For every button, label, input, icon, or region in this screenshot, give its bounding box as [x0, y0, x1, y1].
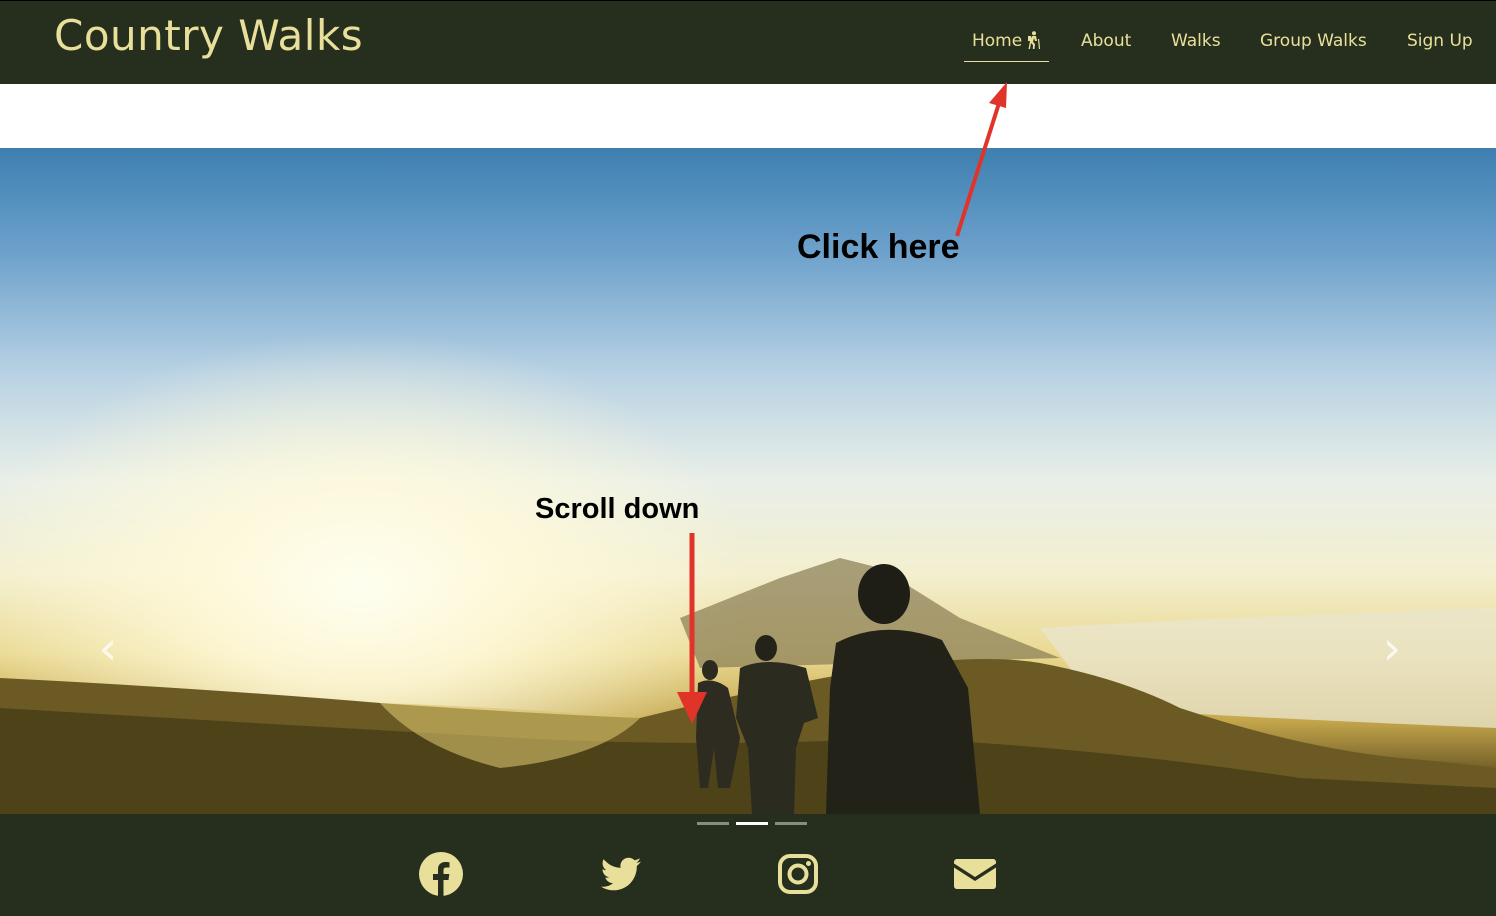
twitter-link[interactable] — [597, 850, 645, 898]
spacer — [0, 84, 1496, 148]
carousel-indicator-2[interactable] — [736, 822, 768, 825]
chevron-left-icon: ‹ — [98, 621, 118, 675]
nav-link-group-walks[interactable]: Group Walks — [1260, 31, 1367, 51]
twitter-icon — [600, 857, 641, 891]
chevron-right-icon: › — [1382, 621, 1402, 675]
annotation-click-here: Click here — [797, 228, 960, 266]
brand-logo[interactable]: Country Walks — [54, 11, 363, 60]
annotation-scroll-down: Scroll down — [535, 493, 700, 525]
carousel-indicator-3[interactable] — [775, 822, 807, 825]
instagram-link[interactable] — [774, 850, 822, 898]
email-link[interactable] — [951, 850, 999, 898]
nav-link-about[interactable]: About — [1081, 31, 1131, 51]
carousel-next-button[interactable]: › — [1372, 618, 1412, 678]
instagram-icon — [778, 854, 818, 894]
hiking-icon — [1028, 31, 1041, 49]
hero-image — [0, 558, 1496, 814]
facebook-icon — [419, 852, 463, 896]
nav-link-home-label: Home — [972, 31, 1023, 51]
envelope-icon — [954, 859, 996, 889]
carousel-prev-button[interactable]: ‹ — [88, 618, 128, 678]
footer — [0, 814, 1496, 916]
facebook-link[interactable] — [417, 850, 465, 898]
carousel-indicator-1[interactable] — [697, 822, 729, 825]
nav-link-walks[interactable]: Walks — [1171, 31, 1221, 51]
nav-link-sign-up[interactable]: Sign Up — [1407, 31, 1473, 51]
nav-link-home[interactable]: Home — [964, 31, 1050, 62]
hero-carousel[interactable]: ‹ › — [0, 148, 1496, 814]
navbar: Country Walks Home About Walks Group Wal… — [0, 0, 1496, 84]
